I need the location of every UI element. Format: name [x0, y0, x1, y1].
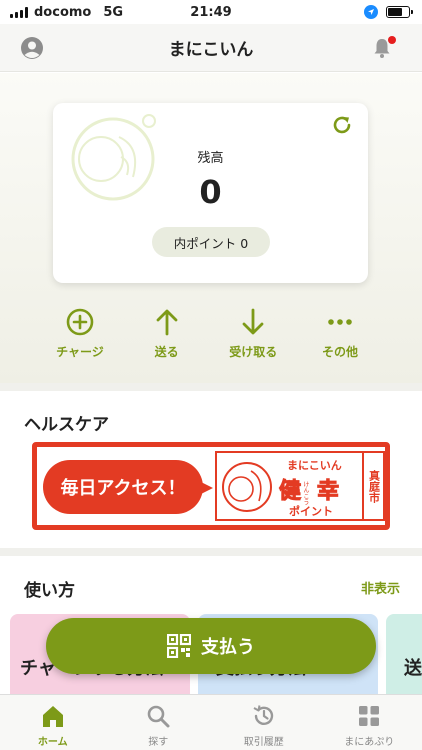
logo-ruby: けんこう: [302, 481, 309, 505]
tab-apps[interactable]: まにあぷり: [317, 695, 422, 750]
daily-access-bubble: 毎日アクセス！: [43, 460, 213, 514]
section-divider: [0, 383, 422, 391]
receive-button[interactable]: 受け取る: [213, 307, 293, 360]
location-icon: [364, 5, 378, 19]
health-point-logo: まにこいん 健 幸 けんこう ポイント 真庭市: [215, 451, 385, 521]
arrow-down-icon: [242, 308, 264, 335]
more-label: その他: [321, 345, 358, 359]
tab-history[interactable]: 取引履歴: [211, 695, 317, 750]
hide-howto-link[interactable]: 非表示: [361, 578, 400, 597]
howto-card-send[interactable]: 送る方法: [386, 614, 422, 694]
wallet-section: 残高 0 内ポイント 0 チャージ 送る 受け取る その他: [0, 73, 422, 383]
send-button[interactable]: 送る: [127, 307, 207, 360]
tab-history-label: 取引履歴: [243, 737, 284, 748]
tab-home[interactable]: ホーム: [0, 695, 106, 750]
arrow-up-icon: [156, 309, 178, 336]
more-button[interactable]: その他: [300, 307, 380, 360]
logo-char-1: 健: [278, 479, 302, 505]
howto-card-text: 送る方法: [404, 658, 422, 679]
page-title: まにこいん: [168, 40, 254, 60]
points-badge: 内ポイント 0: [152, 227, 270, 257]
app-header: まにこいん: [0, 24, 422, 72]
notification-bell-icon[interactable]: [370, 36, 396, 60]
tab-bar: ホーム 探す 取引履歴 まにあぷり: [0, 694, 422, 750]
tab-home-label: ホーム: [37, 737, 68, 748]
healthcare-title: ヘルスケア: [24, 415, 109, 435]
send-label: 送る: [154, 345, 179, 359]
history-icon: [253, 705, 273, 725]
charge-label: チャージ: [56, 345, 104, 359]
qr-code-icon: [167, 634, 191, 658]
account-avatar-icon[interactable]: [20, 36, 44, 60]
battery-icon: [386, 6, 413, 18]
plus-circle-icon: [66, 308, 94, 336]
status-bar: docomo 5G 21:49: [0, 0, 422, 24]
logo-subtitle: ポイント: [289, 505, 333, 518]
charge-button[interactable]: チャージ: [40, 307, 120, 360]
howto-title: 使い方: [24, 581, 75, 601]
tab-apps-label: まにあぷり: [344, 737, 395, 748]
action-bar: チャージ 送る 受け取る その他: [40, 307, 380, 360]
search-icon: [147, 705, 170, 728]
tab-search[interactable]: 探す: [106, 695, 212, 750]
balance-value: 0: [199, 173, 222, 211]
logo-city: 真庭市: [362, 453, 383, 519]
health-point-banner[interactable]: 毎日アクセス！ まにこいん 健 幸 けんこう ポイント 真庭市: [32, 442, 390, 530]
balance-label: 残高: [197, 151, 224, 166]
logo-char-2: 幸: [316, 479, 340, 505]
more-dots-icon: [328, 319, 352, 325]
mascot-logo-icon: [222, 462, 272, 512]
receive-label: 受け取る: [229, 345, 278, 359]
notification-badge: [388, 36, 396, 44]
section-divider-2: [0, 548, 422, 556]
pay-button[interactable]: 支払う: [46, 618, 376, 674]
balance-card: 残高 0 内ポイント 0: [53, 103, 368, 283]
apps-icon: [359, 706, 380, 726]
pay-button-label: 支払う: [201, 637, 255, 658]
home-icon: [42, 706, 63, 727]
tab-search-label: 探す: [148, 737, 169, 748]
refresh-icon[interactable]: [330, 113, 354, 137]
status-right: [364, 5, 413, 19]
logo-title: まにこいん: [287, 459, 342, 472]
status-time: 21:49: [190, 4, 232, 20]
